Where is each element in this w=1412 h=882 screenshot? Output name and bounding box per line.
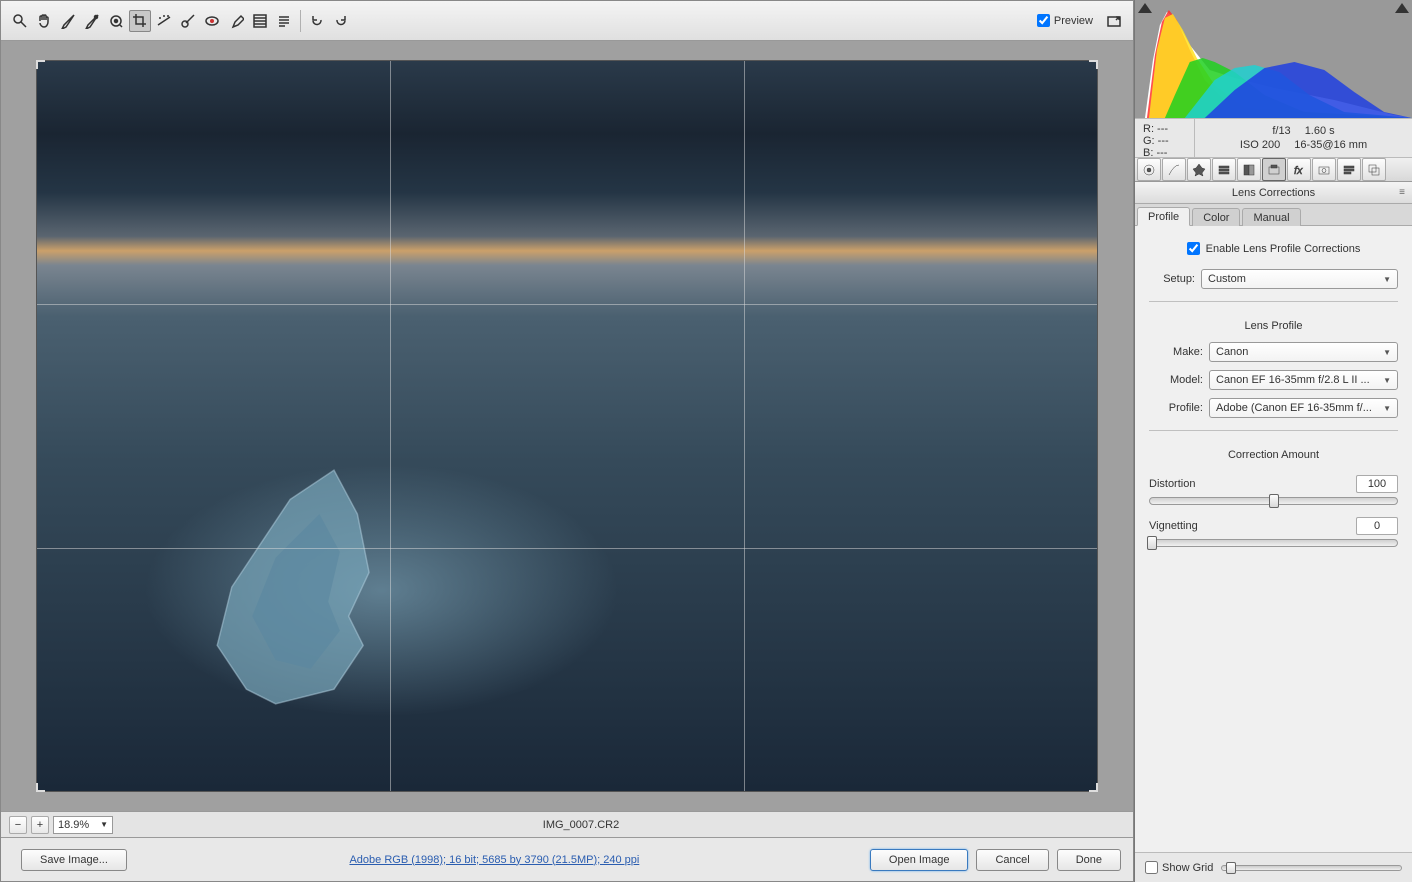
vignetting-slider[interactable] — [1149, 539, 1398, 547]
enable-lens-profile-checkbox[interactable]: Enable Lens Profile Corrections — [1149, 236, 1398, 261]
curve-tab-icon[interactable] — [1162, 158, 1186, 181]
panel-tab-strip: fx — [1135, 158, 1412, 182]
crop-handle-bl[interactable] — [35, 775, 53, 793]
targeted-adjust-icon[interactable] — [105, 10, 127, 32]
panel-title: Lens Corrections ≡ — [1135, 182, 1412, 204]
fullscreen-icon[interactable] — [1103, 10, 1125, 32]
straighten-tool-icon[interactable] — [153, 10, 175, 32]
main-pane: Preview − + — [0, 0, 1134, 882]
radial-filter-icon[interactable] — [273, 10, 295, 32]
histogram[interactable] — [1135, 0, 1412, 118]
correction-amount-heading: Correction Amount — [1149, 443, 1398, 463]
basic-tab-icon[interactable] — [1137, 158, 1161, 181]
profile-combo[interactable]: Adobe (Canon EF 16-35mm f/...▼ — [1209, 398, 1398, 418]
highlight-clip-icon[interactable] — [1395, 3, 1409, 13]
crop-grid-line — [744, 61, 745, 791]
rgb-readout: R: ---G: ---B: --- — [1135, 119, 1195, 157]
model-label: Model: — [1149, 374, 1203, 386]
rotate-cw-icon[interactable] — [330, 10, 352, 32]
zoom-out-button[interactable]: − — [9, 816, 27, 834]
make-combo[interactable]: Canon▼ — [1209, 342, 1398, 362]
image-content-icon — [122, 441, 546, 733]
detail-tab-icon[interactable] — [1187, 158, 1211, 181]
lens-panel-body: Enable Lens Profile Corrections Setup: C… — [1135, 226, 1412, 852]
crop-handle-tl[interactable] — [35, 59, 53, 77]
zoom-in-button[interactable]: + — [31, 816, 49, 834]
shadow-clip-icon[interactable] — [1138, 3, 1152, 13]
sidebar-footer: Show Grid — [1135, 852, 1412, 882]
preview-label: Preview — [1054, 15, 1093, 27]
vignetting-value[interactable]: 0 — [1356, 517, 1398, 535]
distortion-label: Distortion — [1149, 478, 1195, 490]
setup-combo[interactable]: Custom▼ — [1201, 269, 1398, 289]
top-toolbar: Preview — [1, 1, 1133, 41]
svg-text:fx: fx — [1294, 165, 1303, 177]
tab-color[interactable]: Color — [1192, 208, 1240, 226]
vignetting-label: Vignetting — [1149, 520, 1198, 532]
image-canvas-area[interactable] — [1, 41, 1133, 811]
distortion-slider[interactable] — [1149, 497, 1398, 505]
panel-menu-icon[interactable]: ≡ — [1399, 187, 1406, 198]
red-eye-icon[interactable] — [201, 10, 223, 32]
make-label: Make: — [1149, 346, 1203, 358]
crop-tool-icon[interactable] — [129, 10, 151, 32]
zoom-tool-icon[interactable] — [9, 10, 31, 32]
filename-label: IMG_0007.CR2 — [121, 819, 1041, 831]
spot-removal-icon[interactable] — [177, 10, 199, 32]
toolbar-separator — [300, 10, 301, 32]
crop-handle-br[interactable] — [1081, 775, 1099, 793]
lens-tab-icon[interactable] — [1262, 158, 1286, 181]
camera-tab-icon[interactable] — [1312, 158, 1336, 181]
profile-label: Profile: — [1149, 402, 1203, 414]
crop-grid-line — [37, 548, 1097, 549]
footer-bar: Save Image... Adobe RGB (1998); 16 bit; … — [1, 837, 1133, 881]
snapshots-tab-icon[interactable] — [1362, 158, 1386, 181]
cancel-button[interactable]: Cancel — [976, 849, 1048, 871]
crop-handle-tr[interactable] — [1081, 59, 1099, 77]
status-bar: − + 18.9%▼ IMG_0007.CR2 — [1, 811, 1133, 837]
lens-sub-tabs: Profile Color Manual — [1135, 204, 1412, 226]
zoom-value: 18.9% — [58, 819, 89, 831]
save-image-button[interactable]: Save Image... — [21, 849, 127, 871]
exif-readout: R: ---G: ---B: --- f/131.60 s ISO 20016-… — [1135, 118, 1412, 158]
hsl-tab-icon[interactable] — [1212, 158, 1236, 181]
tab-profile[interactable]: Profile — [1137, 207, 1190, 226]
crop-grid-line — [37, 304, 1097, 305]
lens-profile-heading: Lens Profile — [1149, 314, 1398, 334]
right-sidebar: R: ---G: ---B: --- f/131.60 s ISO 20016-… — [1134, 0, 1412, 882]
show-grid-checkbox[interactable]: Show Grid — [1145, 861, 1213, 874]
open-image-button[interactable]: Open Image — [870, 849, 969, 871]
presets-tab-icon[interactable] — [1337, 158, 1361, 181]
distortion-value[interactable]: 100 — [1356, 475, 1398, 493]
crop-grid-line — [390, 61, 391, 791]
exposure-readout: f/131.60 s ISO 20016-35@16 mm — [1195, 119, 1412, 157]
rotate-ccw-icon[interactable] — [306, 10, 328, 32]
preview-checkbox[interactable]: Preview — [1037, 14, 1093, 27]
white-balance-icon[interactable] — [57, 10, 79, 32]
effects-tab-icon[interactable]: fx — [1287, 158, 1311, 181]
model-combo[interactable]: Canon EF 16-35mm f/2.8 L II ...▼ — [1209, 370, 1398, 390]
done-button[interactable]: Done — [1057, 849, 1121, 871]
hand-tool-icon[interactable] — [33, 10, 55, 32]
workflow-options-link[interactable]: Adobe RGB (1998); 16 bit; 5685 by 3790 (… — [127, 854, 862, 866]
graduated-filter-icon[interactable] — [249, 10, 271, 32]
split-tone-tab-icon[interactable] — [1237, 158, 1261, 181]
setup-label: Setup: — [1149, 273, 1195, 285]
color-sampler-icon[interactable] — [81, 10, 103, 32]
image-preview[interactable] — [37, 61, 1097, 791]
adjustment-brush-icon[interactable] — [225, 10, 247, 32]
grid-size-slider[interactable] — [1221, 865, 1402, 871]
tab-manual[interactable]: Manual — [1242, 208, 1300, 226]
zoom-level-combo[interactable]: 18.9%▼ — [53, 816, 113, 834]
